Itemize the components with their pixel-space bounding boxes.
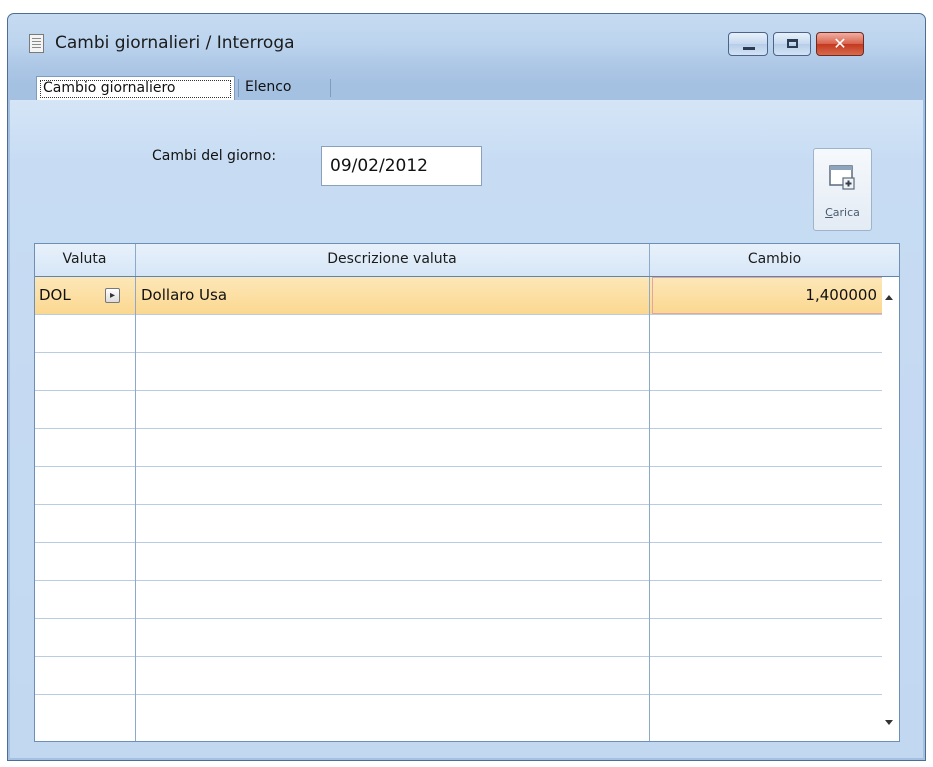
table-row[interactable] xyxy=(35,695,883,733)
cambio-cell[interactable]: 1,400000 xyxy=(653,277,885,314)
document-icon xyxy=(29,34,44,53)
scroll-up-icon[interactable] xyxy=(885,295,893,300)
load-button-label: Carica xyxy=(825,206,860,219)
tab-elenco[interactable]: Elenco xyxy=(241,76,341,100)
grid-header: Valuta Descrizione valuta Cambio xyxy=(35,244,899,277)
column-header-cambio[interactable]: Cambio xyxy=(650,244,899,276)
close-button[interactable]: ✕ xyxy=(816,32,864,56)
minimize-button[interactable] xyxy=(728,32,768,56)
vertical-scrollbar[interactable] xyxy=(882,277,899,741)
window-title: Cambi giornalieri / Interroga xyxy=(55,33,295,53)
date-field[interactable]: 09/02/2012 xyxy=(321,146,482,186)
maximize-icon xyxy=(787,39,798,48)
table-row[interactable] xyxy=(35,467,883,505)
maximize-button[interactable] xyxy=(773,32,811,56)
close-icon: ✕ xyxy=(833,34,847,53)
table-row[interactable] xyxy=(35,429,883,467)
tab-separator xyxy=(330,79,331,97)
tab-panel: Cambi del giorno: 09/02/2012 Carica Valu… xyxy=(10,100,923,758)
descrizione-cell[interactable]: Dollaro Usa xyxy=(141,277,227,314)
tab-separator xyxy=(238,79,239,97)
exchange-rates-grid: Valuta Descrizione valuta Cambio DOL ▸ D… xyxy=(34,243,900,742)
column-divider xyxy=(649,277,650,741)
table-row[interactable] xyxy=(35,619,883,657)
column-header-descrizione[interactable]: Descrizione valuta xyxy=(136,244,648,276)
window-add-icon xyxy=(829,165,855,190)
table-row[interactable]: DOL ▸ Dollaro Usa 1,400000 xyxy=(35,277,885,315)
table-row[interactable] xyxy=(35,543,883,581)
title-bar[interactable]: Cambi giornalieri / Interroga ✕ xyxy=(8,14,925,76)
tab-strip: Cambio giornaliero Elenco xyxy=(18,76,925,100)
date-label: Cambi del giorno: xyxy=(152,148,277,164)
table-row[interactable] xyxy=(35,581,883,619)
table-row[interactable] xyxy=(35,391,883,429)
tab-label: Cambio giornaliero xyxy=(43,80,176,96)
minimize-icon xyxy=(743,47,755,50)
tab-cambio-giornaliero[interactable]: Cambio giornaliero xyxy=(36,76,235,100)
tab-label: Elenco xyxy=(245,79,292,95)
scroll-down-icon[interactable] xyxy=(885,720,893,725)
arrow-right-icon[interactable]: ▸ xyxy=(105,288,120,303)
valuta-cell[interactable]: DOL xyxy=(39,277,71,314)
table-row[interactable] xyxy=(35,505,883,543)
table-row[interactable] xyxy=(35,657,883,695)
load-button[interactable]: Carica xyxy=(813,148,872,231)
table-row[interactable] xyxy=(35,353,883,391)
table-row[interactable] xyxy=(35,315,883,353)
main-window: Cambi giornalieri / Interroga ✕ Cambio g… xyxy=(7,13,926,761)
column-header-valuta[interactable]: Valuta xyxy=(35,244,134,276)
column-divider xyxy=(135,277,136,741)
